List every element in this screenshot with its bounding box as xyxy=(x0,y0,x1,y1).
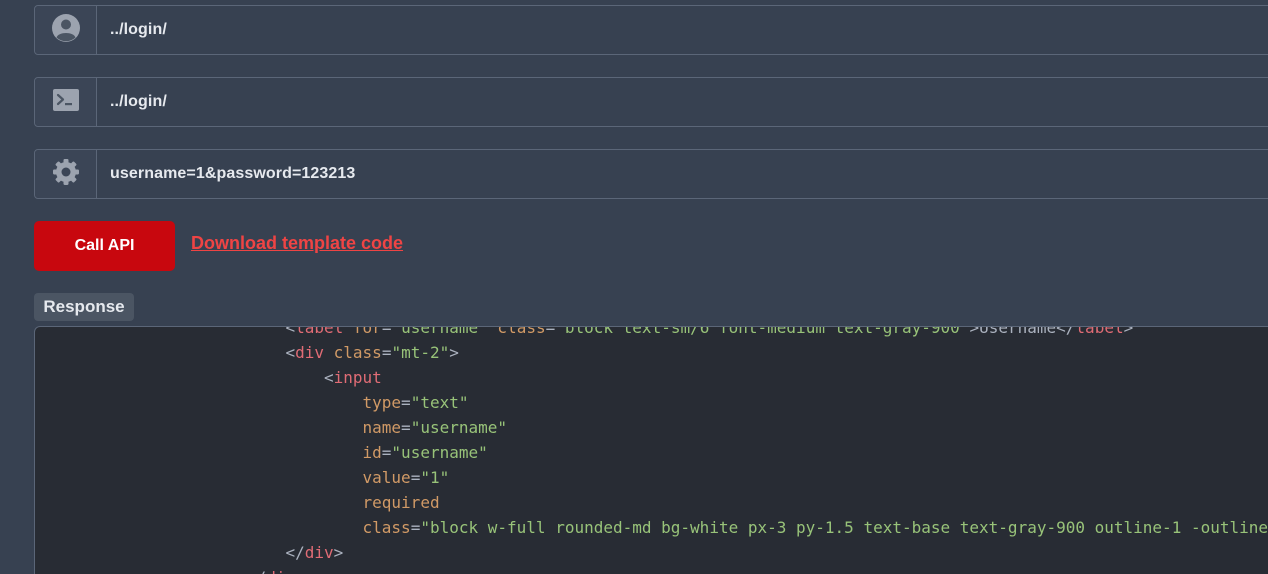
api-tester-page: ../login/ ../login/ username=1&password=… xyxy=(0,0,1268,574)
url-input[interactable]: ../login/ xyxy=(97,6,1268,54)
path-field[interactable]: ../login/ xyxy=(34,77,1268,127)
code-line: type="text" xyxy=(362,393,469,412)
response-label: Response xyxy=(34,293,134,321)
terminal-icon xyxy=(52,88,79,116)
code-line: </div> xyxy=(285,543,344,562)
code-line: id="username" xyxy=(362,443,488,462)
code-line: required xyxy=(362,493,440,512)
gear-icon xyxy=(52,158,80,191)
url-field-addon xyxy=(35,6,97,54)
params-field[interactable]: username=1&password=123213 xyxy=(34,149,1268,199)
response-code: <label for="username" class="block text-… xyxy=(35,326,1268,574)
params-input[interactable]: username=1&password=123213 xyxy=(97,150,1268,198)
path-field-addon xyxy=(35,78,97,126)
path-input[interactable]: ../login/ xyxy=(97,78,1268,126)
code-line: name="username" xyxy=(362,418,508,437)
response-code-panel[interactable]: <label for="username" class="block text-… xyxy=(34,326,1268,574)
code-line: <div class="mt-2"> xyxy=(285,343,459,362)
params-field-addon xyxy=(35,150,97,198)
url-field[interactable]: ../login/ xyxy=(34,5,1268,55)
code-line: <label for="username" class="block text-… xyxy=(285,326,1134,337)
user-circle-icon xyxy=(51,13,81,48)
code-line: class="block w-full rounded-md bg-white … xyxy=(362,518,1268,537)
download-template-link[interactable]: Download template code xyxy=(191,233,403,254)
code-line: value="1" xyxy=(362,468,450,487)
code-line: </div> xyxy=(35,565,1268,574)
call-api-button[interactable]: Call API xyxy=(34,221,175,271)
code-line: <input xyxy=(323,368,382,387)
